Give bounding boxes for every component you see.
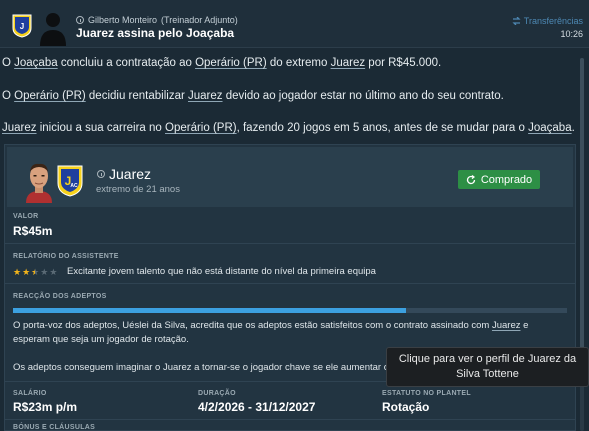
inline-link[interactable]: Juarez (2, 122, 37, 134)
sender-name[interactable]: Gilberto Monteiro (88, 15, 157, 25)
body-paragraph-3: Juarez iniciou a sua carreira no Operári… (2, 122, 575, 134)
info-icon (97, 170, 105, 178)
inline-text: . (571, 122, 575, 134)
message-header: J Gilberto Monteiro (Treinador Adjunto) … (0, 0, 589, 48)
body-paragraph-1: O Joaçaba concluiu a contratação ao Oper… (2, 57, 441, 69)
player-face-icon[interactable] (21, 161, 57, 203)
transfer-card: J AC Juarez extremo de 21 anos Comprado … (4, 144, 576, 431)
divider (5, 419, 575, 420)
report-label: RELATÓRIO DO ASSISTENTE (13, 253, 119, 260)
fan-reaction-bar (13, 308, 567, 313)
value-amount: R$45m (13, 224, 53, 238)
inline-text: O (2, 90, 15, 102)
player-name-row[interactable]: Juarez (97, 166, 151, 182)
svg-text:AC: AC (70, 183, 78, 189)
inline-link[interactable]: Juarez (188, 90, 223, 102)
duration-label: DURAÇÃO (198, 390, 236, 397)
player-name[interactable]: Juarez (109, 166, 151, 182)
refresh-icon (466, 174, 475, 184)
staff-avatar-icon[interactable] (36, 8, 70, 46)
bonus-label: BÓNUS E CLÁUSULAS (13, 424, 96, 431)
message-time: 10:26 (560, 29, 583, 39)
inline-link[interactable]: Operário (PR) (14, 90, 86, 102)
player-position-age: extremo de 21 anos (96, 184, 180, 195)
divider (5, 243, 575, 244)
inline-link[interactable]: Joaçaba (14, 57, 57, 69)
report-text: Excitante jovem talento que não está dis… (67, 266, 376, 277)
inline-text: concluiu a contratação ao (57, 57, 196, 69)
fan-paragraph-1: O porta-voz dos adeptos, Uéslei da Silva… (13, 319, 567, 347)
inline-link[interactable]: Operário (PR) (165, 122, 237, 134)
inline-link[interactable]: Operário (PR) (195, 57, 267, 69)
category-label[interactable]: Transferências (524, 16, 583, 26)
inline-link[interactable]: Juarez (331, 57, 366, 69)
salary-label: SALÁRIO (13, 390, 47, 397)
inline-link[interactable]: Joaçaba (528, 122, 571, 134)
squad-status-label: ESTATUTO NO PLANTEL (382, 390, 471, 397)
inline-link[interactable]: Juarez (492, 320, 521, 331)
duration-value: 4/2/2026 - 31/12/2027 (198, 400, 316, 414)
star-empty-icon: ★ (49, 267, 58, 277)
club-badge-icon[interactable]: J (12, 14, 32, 38)
status-bought-button[interactable]: Comprado (458, 170, 540, 189)
inline-text: O (2, 57, 15, 69)
inline-text: decidiu rentabilizar (85, 90, 188, 102)
sender-row[interactable]: Gilberto Monteiro (Treinador Adjunto) (76, 15, 238, 25)
divider (5, 283, 575, 284)
fan-reaction-fill (13, 308, 407, 313)
category-link[interactable]: Transferências (512, 16, 583, 26)
player-header: J AC Juarez extremo de 21 anos Comprado (7, 147, 573, 207)
squad-status-value: Rotação (382, 400, 430, 414)
star-rating: ★ ★ ★ ★ ★ (13, 267, 57, 277)
inline-text: do extremo (266, 57, 331, 69)
inline-text: , fazendo 20 jogos em 5 anos, antes de s… (236, 122, 529, 134)
sender-role: (Treinador Adjunto) (161, 15, 238, 25)
player-profile-tooltip: Clique para ver o perfil de Juarez da Si… (386, 347, 589, 387)
status-label[interactable]: Comprado (481, 174, 532, 186)
star-full-icon: ★ (13, 267, 22, 277)
transfer-icon (512, 17, 521, 25)
value-label: VALOR (13, 213, 39, 220)
salary-value: R$23m p/m (13, 400, 78, 414)
star-full-icon: ★ (22, 267, 31, 277)
inline-text: devido ao jogador estar no último ano do… (222, 90, 504, 102)
inline-text: por R$45.000. (365, 57, 442, 69)
info-icon (76, 16, 84, 24)
inline-text: O porta-voz dos adeptos, Uéslei da Silva… (13, 320, 492, 331)
message-headline: Juarez assina pelo Joaçaba (76, 26, 235, 40)
inline-text: iniciou a sua carreira no (36, 122, 166, 134)
scrollbar-thumb[interactable] (580, 58, 584, 358)
body-paragraph-2: O Operário (PR) decidiu rentabilizar Jua… (2, 90, 504, 102)
svg-text:J: J (20, 22, 24, 31)
star-half-icon: ★ (31, 267, 40, 277)
fan-reaction-label: REACÇÃO DOS ADEPTOS (13, 293, 107, 300)
joacaba-badge-icon[interactable]: J AC (57, 165, 83, 197)
star-empty-icon: ★ (40, 267, 49, 277)
